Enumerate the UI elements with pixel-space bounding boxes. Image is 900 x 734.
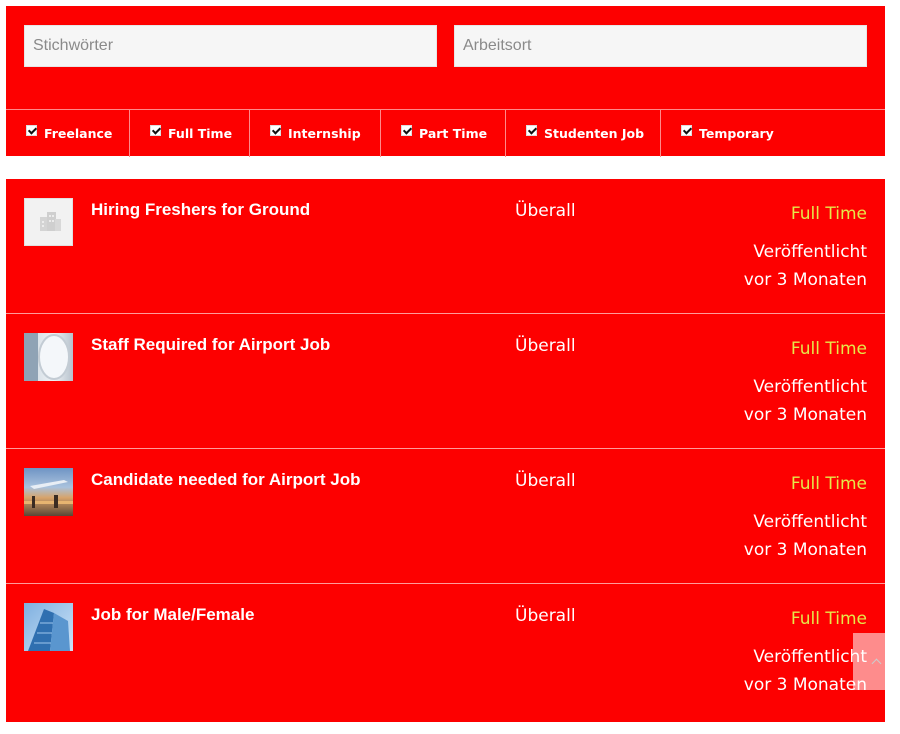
job-title[interactable]: Staff Required for Airport Job bbox=[91, 335, 330, 355]
job-location: Überall bbox=[515, 606, 576, 626]
filter-temporary[interactable]: Temporary bbox=[661, 110, 885, 157]
posted-age: vor 3 Monaten bbox=[743, 270, 867, 290]
job-title[interactable]: Job for Male/Female bbox=[91, 605, 254, 625]
job-type-filters: Freelance Full Time Internship Part Time… bbox=[6, 109, 885, 157]
job-list: Hiring Freshers for Ground Überall Full … bbox=[6, 179, 885, 722]
job-filters-panel: Freelance Full Time Internship Part Time… bbox=[6, 6, 885, 157]
job-posted-date: Veröffentlicht vor 3 Monaten bbox=[667, 508, 867, 564]
full-time-checkbox[interactable] bbox=[150, 125, 161, 136]
job-posted-date: Veröffentlicht vor 3 Monaten bbox=[667, 238, 867, 294]
studenten-job-checkbox[interactable] bbox=[526, 125, 537, 136]
filter-freelance[interactable]: Freelance bbox=[6, 110, 130, 157]
posted-label: Veröffentlicht bbox=[753, 647, 867, 667]
airplane-window-icon bbox=[24, 333, 73, 381]
job-type: Full Time bbox=[790, 204, 867, 224]
part-time-checkbox[interactable] bbox=[401, 125, 412, 136]
posted-age: vor 3 Monaten bbox=[743, 675, 867, 695]
skyscraper-photo-icon bbox=[24, 603, 73, 651]
filter-label: Internship bbox=[288, 126, 361, 141]
job-location: Überall bbox=[515, 471, 576, 491]
filter-label: Freelance bbox=[44, 126, 113, 141]
filter-studenten-job[interactable]: Studenten Job bbox=[506, 110, 661, 157]
posted-age: vor 3 Monaten bbox=[743, 405, 867, 425]
job-title[interactable]: Candidate needed for Airport Job bbox=[91, 470, 361, 490]
job-posted-date: Veröffentlicht vor 3 Monaten bbox=[667, 373, 867, 429]
job-listing[interactable]: Hiring Freshers for Ground Überall Full … bbox=[6, 179, 885, 314]
filter-label: Part Time bbox=[419, 126, 488, 141]
job-listing[interactable]: Staff Required for Airport Job Überall F… bbox=[6, 314, 885, 449]
posted-label: Veröffentlicht bbox=[753, 512, 867, 532]
internship-checkbox[interactable] bbox=[270, 125, 281, 136]
job-type: Full Time bbox=[790, 339, 867, 359]
filter-part-time[interactable]: Part Time bbox=[381, 110, 506, 157]
filter-internship[interactable]: Internship bbox=[250, 110, 381, 157]
filter-label: Studenten Job bbox=[544, 126, 645, 141]
job-location: Überall bbox=[515, 201, 576, 221]
filter-label: Temporary bbox=[699, 126, 774, 141]
airport-photo-icon bbox=[24, 468, 73, 516]
job-location: Überall bbox=[515, 336, 576, 356]
temporary-checkbox[interactable] bbox=[681, 125, 692, 136]
posted-age: vor 3 Monaten bbox=[743, 540, 867, 560]
scroll-to-top-button[interactable] bbox=[853, 633, 900, 690]
job-type: Full Time bbox=[790, 609, 867, 629]
job-title[interactable]: Hiring Freshers for Ground bbox=[91, 200, 310, 220]
freelance-checkbox[interactable] bbox=[26, 125, 37, 136]
job-listing[interactable]: Candidate needed for Airport Job Überall… bbox=[6, 449, 885, 584]
filter-label: Full Time bbox=[168, 126, 233, 141]
job-listing[interactable]: Job for Male/Female Überall Full Time Ve… bbox=[6, 584, 885, 719]
building-icon bbox=[24, 198, 73, 246]
filter-full-time[interactable]: Full Time bbox=[130, 110, 250, 157]
keywords-input[interactable] bbox=[24, 25, 437, 67]
location-input[interactable] bbox=[454, 25, 867, 67]
job-posted-date: Veröffentlicht vor 3 Monaten bbox=[667, 643, 867, 699]
posted-label: Veröffentlicht bbox=[753, 377, 867, 397]
job-type: Full Time bbox=[790, 474, 867, 494]
posted-label: Veröffentlicht bbox=[753, 242, 867, 262]
